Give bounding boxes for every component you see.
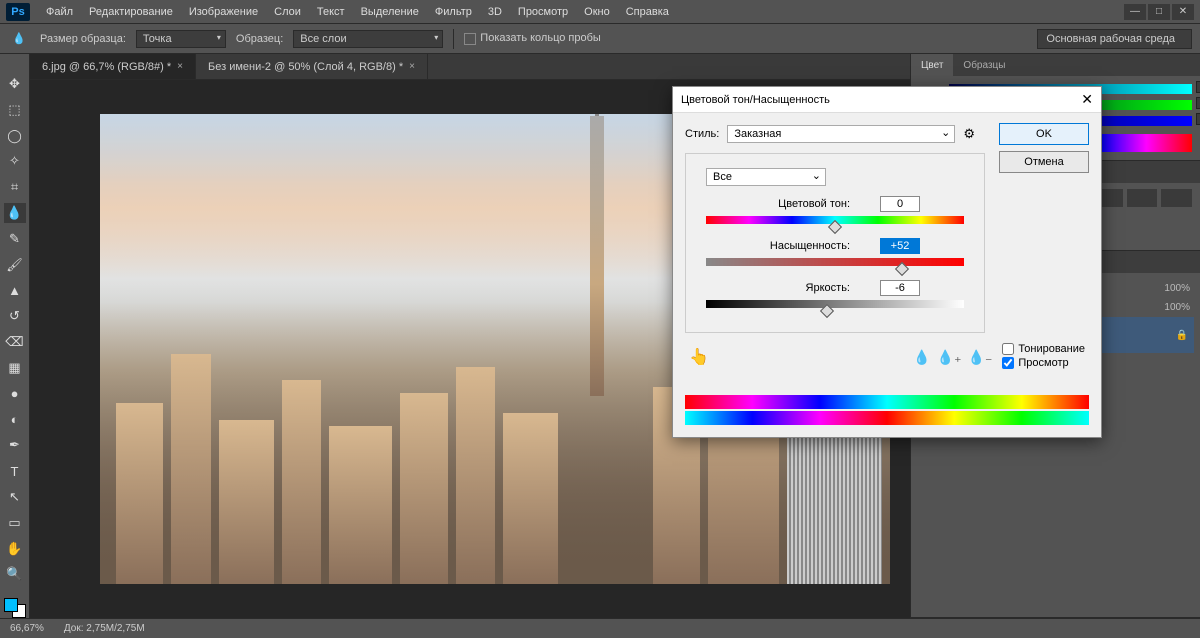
gear-icon[interactable]: ⚙ bbox=[963, 126, 975, 142]
color-swatch[interactable] bbox=[4, 598, 26, 618]
doc-tab-1[interactable]: 6.jpg @ 66,7% (RGB/8#) *× bbox=[30, 54, 196, 79]
type-tool[interactable]: T bbox=[4, 461, 26, 481]
healing-tool[interactable]: ✎ bbox=[4, 229, 26, 249]
fill-value[interactable]: 100% bbox=[1164, 302, 1190, 313]
pen-tool[interactable]: ✒ bbox=[4, 435, 26, 455]
shape-tool[interactable]: ▭ bbox=[4, 513, 26, 533]
close-button[interactable]: ✕ bbox=[1172, 4, 1194, 20]
hue-saturation-dialog: Цветовой тон/Насыщенность ✕ OK Отмена Ст… bbox=[672, 86, 1102, 438]
app-logo: Ps bbox=[6, 3, 30, 21]
menu-layers[interactable]: Слои bbox=[266, 6, 309, 18]
brush-tool[interactable]: 🖌 bbox=[4, 255, 26, 275]
light-label: Яркость: bbox=[750, 282, 850, 294]
minimize-button[interactable]: — bbox=[1124, 4, 1146, 20]
style-dropdown[interactable]: Заказная bbox=[727, 125, 955, 143]
marquee-tool[interactable]: ⬚ bbox=[4, 100, 26, 120]
preview-checkbox[interactable]: Просмотр bbox=[1002, 357, 1085, 369]
b-value[interactable] bbox=[1196, 113, 1200, 125]
sample-source-label: Образец: bbox=[236, 33, 283, 45]
hue-label: Цветовой тон: bbox=[750, 198, 850, 210]
tint-checkbox[interactable]: Тонирование bbox=[1002, 343, 1085, 355]
dialog-titlebar[interactable]: Цветовой тон/Насыщенность ✕ bbox=[673, 87, 1101, 113]
move-tool[interactable]: ✥ bbox=[4, 74, 26, 94]
hue-ramp-bottom bbox=[685, 411, 1089, 425]
lasso-tool[interactable]: ◯ bbox=[4, 126, 26, 146]
sample-size-dropdown[interactable]: Точка bbox=[136, 30, 226, 48]
eyedropper-sub-icon[interactable]: 💧₋ bbox=[968, 349, 993, 366]
light-input[interactable] bbox=[880, 280, 920, 296]
color-tab[interactable]: Цвет bbox=[911, 54, 953, 76]
sample-source-dropdown[interactable]: Все слои bbox=[293, 30, 443, 48]
style-label: Стиль: bbox=[685, 128, 719, 140]
dodge-tool[interactable]: ◐ bbox=[4, 410, 26, 430]
menu-filter[interactable]: Фильтр bbox=[427, 6, 480, 18]
eyedropper-icon: 💧 bbox=[8, 28, 30, 50]
maximize-button[interactable]: □ bbox=[1148, 4, 1170, 20]
menu-view[interactable]: Просмотр bbox=[510, 6, 576, 18]
lock-icon: 🔒 bbox=[1176, 330, 1188, 341]
scrubby-icon[interactable]: 👆 bbox=[689, 347, 709, 367]
close-icon[interactable]: × bbox=[409, 61, 415, 72]
hue-ramp-top bbox=[685, 395, 1089, 409]
menu-3d[interactable]: 3D bbox=[480, 6, 510, 18]
menu-text[interactable]: Текст bbox=[309, 6, 353, 18]
adj-icon[interactable] bbox=[1127, 189, 1158, 207]
history-brush-tool[interactable]: ↺ bbox=[4, 306, 26, 326]
gradient-tool[interactable]: ▦ bbox=[4, 358, 26, 378]
options-bar: 💧 Размер образца: Точка Образец: Все сло… bbox=[0, 24, 1200, 54]
cancel-button[interactable]: Отмена bbox=[999, 151, 1089, 173]
g-value[interactable] bbox=[1196, 97, 1200, 109]
show-ring-checkbox[interactable]: Показать кольцо пробы bbox=[464, 32, 601, 44]
menu-select[interactable]: Выделение bbox=[353, 6, 427, 18]
workspace-switcher[interactable]: Основная рабочая среда bbox=[1037, 29, 1192, 49]
zoom-tool[interactable]: 🔍 bbox=[4, 564, 26, 584]
toolbox: ✥ ⬚ ◯ ✧ ⌗ 💧 ✎ 🖌 ▲ ↺ ⌫ ▦ ● ◐ ✒ T ↖ ▭ ✋ 🔍 bbox=[0, 54, 30, 618]
eyedropper-icon[interactable]: 💧 bbox=[913, 349, 930, 366]
dialog-title: Цветовой тон/Насыщенность bbox=[681, 94, 830, 106]
wand-tool[interactable]: ✧ bbox=[4, 151, 26, 171]
sat-slider[interactable] bbox=[706, 258, 964, 266]
channel-dropdown[interactable]: Все bbox=[706, 168, 826, 186]
hue-slider[interactable] bbox=[706, 216, 964, 224]
sat-label: Насыщенность: bbox=[750, 240, 850, 252]
path-select-tool[interactable]: ↖ bbox=[4, 487, 26, 507]
menu-image[interactable]: Изображение bbox=[181, 6, 266, 18]
sample-size-label: Размер образца: bbox=[40, 33, 126, 45]
menubar: Ps Файл Редактирование Изображение Слои … bbox=[0, 0, 1200, 24]
eraser-tool[interactable]: ⌫ bbox=[4, 332, 26, 352]
doc-info[interactable]: Док: 2,75M/2,75M bbox=[64, 623, 145, 634]
blur-tool[interactable]: ● bbox=[4, 384, 26, 404]
eyedropper-tool[interactable]: 💧 bbox=[4, 203, 26, 223]
hue-input[interactable] bbox=[880, 196, 920, 212]
r-value[interactable] bbox=[1196, 81, 1200, 93]
document-tabs: 6.jpg @ 66,7% (RGB/8#) *× Без имени-2 @ … bbox=[30, 54, 910, 80]
opacity-value[interactable]: 100% bbox=[1164, 283, 1190, 294]
menu-edit[interactable]: Редактирование bbox=[81, 6, 181, 18]
light-slider[interactable] bbox=[706, 300, 964, 308]
eyedropper-add-icon[interactable]: 💧₊ bbox=[937, 349, 962, 366]
status-bar: 66,67% Док: 2,75M/2,75M bbox=[0, 618, 1200, 638]
ok-button[interactable]: OK bbox=[999, 123, 1089, 145]
stamp-tool[interactable]: ▲ bbox=[4, 281, 26, 301]
crop-tool[interactable]: ⌗ bbox=[4, 177, 26, 197]
zoom-display[interactable]: 66,67% bbox=[10, 623, 44, 634]
close-icon[interactable]: × bbox=[177, 61, 183, 72]
swatches-tab[interactable]: Образцы bbox=[953, 54, 1015, 76]
hand-tool[interactable]: ✋ bbox=[4, 539, 26, 559]
menu-file[interactable]: Файл bbox=[38, 6, 81, 18]
sat-input[interactable] bbox=[880, 238, 920, 254]
adj-icon[interactable] bbox=[1161, 189, 1192, 207]
doc-tab-2[interactable]: Без имени-2 @ 50% (Слой 4, RGB/8) *× bbox=[196, 54, 428, 79]
menu-help[interactable]: Справка bbox=[618, 6, 677, 18]
dialog-close-button[interactable]: ✕ bbox=[1081, 91, 1093, 108]
menu-window[interactable]: Окно bbox=[576, 6, 618, 18]
